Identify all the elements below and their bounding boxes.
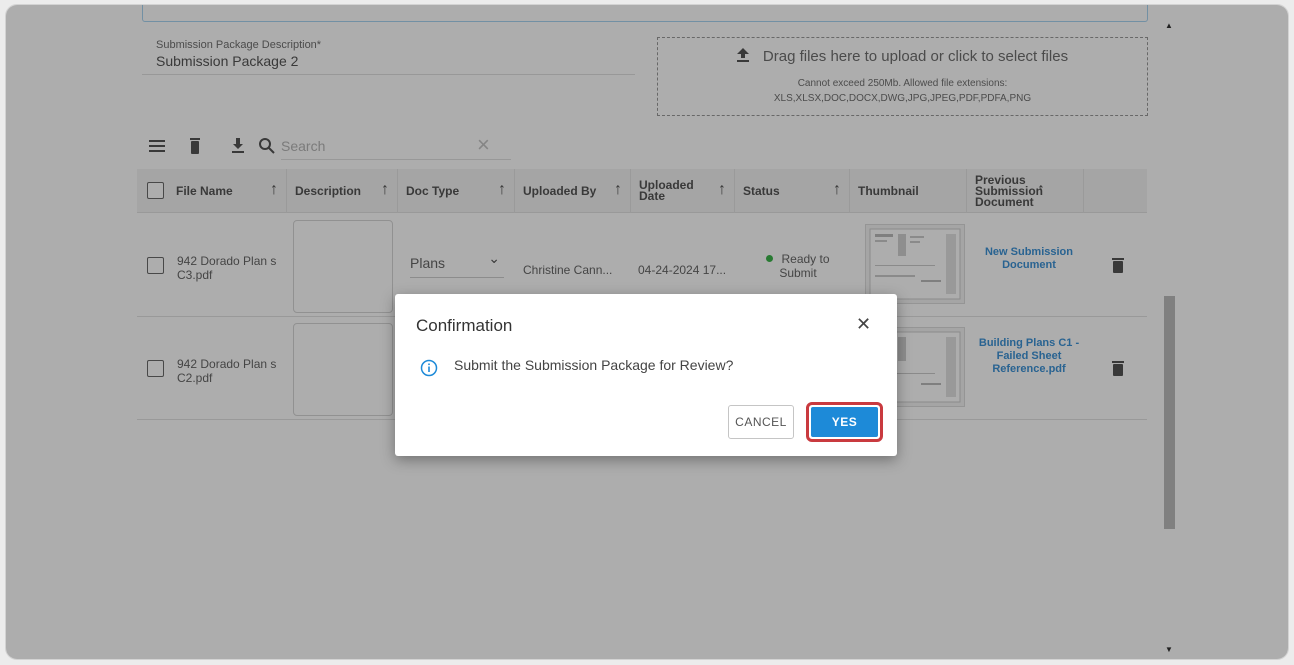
dialog-message: Submit the Submission Package for Review… (454, 357, 734, 373)
yes-button[interactable]: YES (811, 407, 878, 437)
cancel-button[interactable]: CANCEL (728, 405, 794, 439)
page: Submission Package Description* Submissi… (6, 5, 1288, 659)
info-icon (420, 359, 438, 377)
close-icon[interactable]: ✕ (856, 314, 871, 334)
browser-frame: Submission Package Description* Submissi… (5, 4, 1289, 660)
dialog-title: Confirmation (416, 316, 513, 335)
confirmation-dialog: Confirmation ✕ Submit the Submission Pac… (395, 294, 897, 456)
